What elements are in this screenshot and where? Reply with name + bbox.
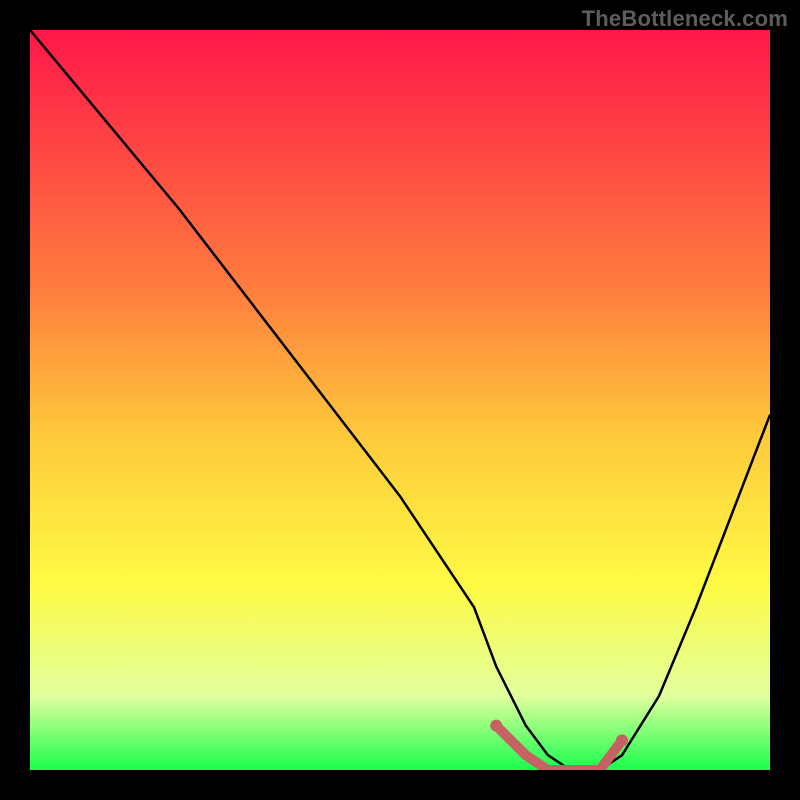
optimal-range-start-dot <box>490 720 502 732</box>
gradient-background <box>30 30 770 770</box>
plot-area <box>30 30 770 770</box>
watermark-text: TheBottleneck.com <box>582 6 788 32</box>
chart-frame: TheBottleneck.com <box>0 0 800 800</box>
optimal-range-end-dot <box>616 734 628 746</box>
chart-svg <box>30 30 770 770</box>
